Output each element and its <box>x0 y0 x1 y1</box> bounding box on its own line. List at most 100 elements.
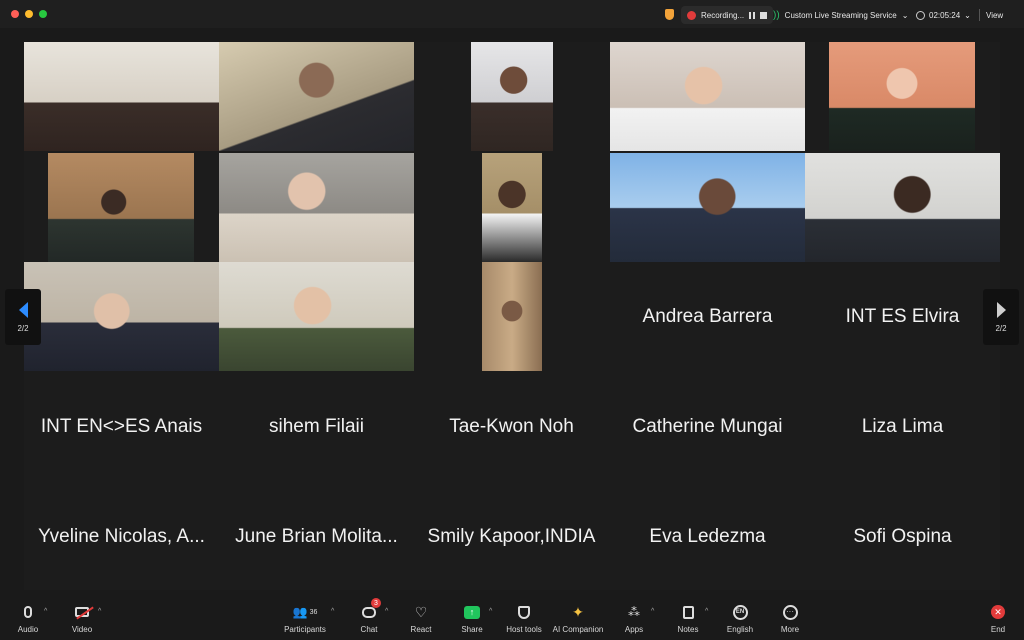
end-call-icon: ✕ <box>991 605 1005 619</box>
participant-name: Catherine Mungai <box>632 415 783 437</box>
language-label: English <box>726 625 754 634</box>
live-stream-icon: )) <box>773 9 780 21</box>
participant-video-tile[interactable] <box>829 42 975 151</box>
language-globe-icon: EN <box>732 604 748 620</box>
view-button[interactable]: View <box>986 6 1003 24</box>
security-shield-icon[interactable] <box>665 9 674 20</box>
cloud-record-icon <box>687 10 696 20</box>
chevron-down-icon: ⌄ <box>964 10 971 20</box>
participant-name-tile[interactable]: Andrea Barrera <box>610 262 805 371</box>
chat-options-chevron-icon[interactable]: ^ <box>385 608 388 615</box>
ai-companion-button[interactable]: ✦ AI Companion <box>548 603 608 635</box>
minimize-window-button[interactable] <box>25 10 33 18</box>
participant-name-tile[interactable]: Sofi Ospina <box>805 482 1000 591</box>
chat-icon <box>362 606 376 618</box>
participant-name: sihem Filaii <box>268 415 365 437</box>
next-page-button[interactable]: 2/2 <box>983 289 1019 345</box>
participants-label: Participants <box>284 625 326 634</box>
end-label: End <box>990 625 1006 634</box>
share-label: Share <box>461 625 483 634</box>
participant-name: INT EN<>ES Anais <box>40 415 203 437</box>
participant-video-tile[interactable] <box>219 262 414 371</box>
host-tools-button[interactable]: Host tools <box>494 603 554 634</box>
participant-name: Eva Ledezma <box>649 525 766 547</box>
notes-button[interactable]: Notes <box>658 603 718 634</box>
participant-name-tile[interactable]: Catherine Mungai <box>610 372 805 481</box>
apps-label: Apps <box>624 625 644 634</box>
participant-video-tile[interactable] <box>219 153 414 262</box>
participant-name: Sofi Ospina <box>853 525 952 547</box>
participant-name-tile[interactable]: sihem Filaii <box>219 372 414 481</box>
share-button[interactable]: ↑ Share <box>442 603 502 634</box>
live-stream-indicator[interactable]: )) Custom Live Streaming Service ⌄ <box>773 6 908 24</box>
video-button[interactable]: Video <box>52 603 112 634</box>
meeting-timer[interactable]: 02:05:24 ⌄ <box>916 6 971 24</box>
chevron-down-icon: ⌄ <box>901 10 909 20</box>
participant-name: Tae-Kwon Noh <box>449 415 574 437</box>
participant-name-tile[interactable]: Tae-Kwon Noh <box>414 372 609 481</box>
arrow-right-icon <box>996 301 1006 318</box>
page-indicator: 2/2 <box>17 323 29 333</box>
close-window-button[interactable] <box>11 10 19 18</box>
participant-video-tile[interactable] <box>610 153 805 262</box>
share-screen-icon: ↑ <box>464 605 480 619</box>
gallery-view: Andrea Barrera INT ES Elvira INT EN<>ES … <box>24 42 1000 590</box>
participant-name-tile[interactable]: June Brian Molita... <box>219 482 414 591</box>
participant-video-tile[interactable] <box>24 262 219 371</box>
meeting-toolbar: Audio ^ Video ^ 👥 36 Participants ^ 3 Cha… <box>0 596 1024 640</box>
participant-name: Smily Kapoor,INDIA <box>427 525 596 547</box>
participant-name-tile[interactable]: INT EN<>ES Anais <box>24 372 219 481</box>
sparkle-icon: ✦ <box>572 603 584 620</box>
stream-label: Custom Live Streaming Service <box>784 10 897 20</box>
audio-options-chevron-icon[interactable]: ^ <box>44 608 47 615</box>
participant-video-tile[interactable] <box>471 42 553 151</box>
participant-name: Andrea Barrera <box>642 305 773 327</box>
participant-name: Yveline Nicolas, A... <box>38 525 205 547</box>
more-label: More <box>780 625 800 634</box>
notes-icon <box>682 605 694 619</box>
participant-name-tile[interactable]: INT ES Elvira <box>805 262 1000 371</box>
participant-video-tile[interactable] <box>482 153 542 262</box>
audio-label: Audio <box>17 625 39 634</box>
participant-video-tile[interactable] <box>219 42 414 151</box>
host-tools-label: Host tools <box>506 625 542 634</box>
apps-button[interactable]: ⁂ Apps <box>604 603 664 634</box>
participant-name: Liza Lima <box>861 415 944 437</box>
participant-video-tile[interactable] <box>482 262 542 371</box>
participant-name-tile[interactable]: Eva Ledezma <box>610 482 805 591</box>
divider <box>979 9 980 21</box>
notes-options-chevron-icon[interactable]: ^ <box>705 608 708 615</box>
participant-video-tile[interactable] <box>805 153 1000 262</box>
apps-options-chevron-icon[interactable]: ^ <box>651 608 654 615</box>
fullscreen-window-button[interactable] <box>39 10 47 18</box>
participant-name-tile[interactable]: Liza Lima <box>805 372 1000 481</box>
chat-button[interactable]: 3 Chat <box>339 598 399 634</box>
video-off-icon <box>75 606 94 620</box>
ai-companion-label: AI Companion <box>552 625 604 634</box>
clock-icon <box>916 10 925 20</box>
participants-options-chevron-icon[interactable]: ^ <box>331 608 334 615</box>
participant-video-tile[interactable] <box>48 153 194 262</box>
participant-name: INT ES Elvira <box>845 305 960 327</box>
stop-recording-icon[interactable] <box>760 11 768 19</box>
participant-name-tile[interactable]: Yveline Nicolas, A... <box>24 482 219 591</box>
recording-indicator[interactable]: Recording... <box>681 6 774 24</box>
video-options-chevron-icon[interactable]: ^ <box>98 608 101 615</box>
pause-recording-icon[interactable] <box>749 11 756 19</box>
audio-button[interactable]: Audio <box>0 603 58 634</box>
view-label: View <box>986 10 1004 20</box>
title-bar: Recording... )) Custom Live Streaming Se… <box>0 0 1024 28</box>
participant-video-tile[interactable] <box>24 42 219 151</box>
participant-name-tile[interactable]: Smily Kapoor,INDIA <box>414 482 609 591</box>
participants-count: 36 <box>309 608 318 616</box>
previous-page-button[interactable]: 2/2 <box>5 289 41 345</box>
page-indicator: 2/2 <box>995 323 1007 333</box>
participants-button[interactable]: 👥 36 Participants <box>275 603 335 634</box>
notes-label: Notes <box>677 625 699 634</box>
share-options-chevron-icon[interactable]: ^ <box>489 608 492 615</box>
end-meeting-button[interactable]: ✕ End <box>968 603 1024 634</box>
arrow-left-icon <box>18 301 28 318</box>
heart-icon: ♡ <box>414 603 428 620</box>
participant-video-tile[interactable] <box>610 42 805 151</box>
more-button[interactable]: ··· More <box>760 603 820 634</box>
